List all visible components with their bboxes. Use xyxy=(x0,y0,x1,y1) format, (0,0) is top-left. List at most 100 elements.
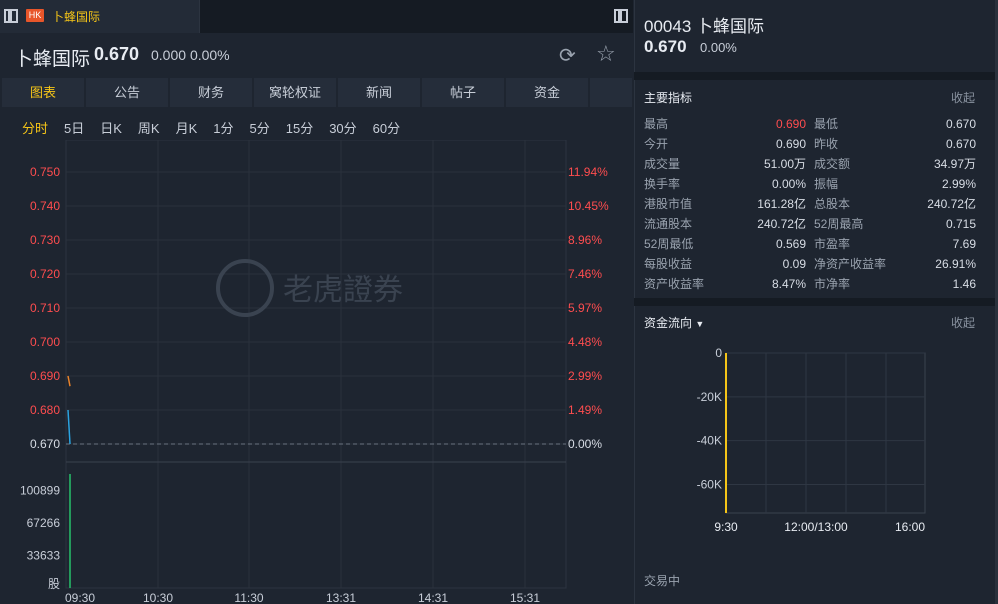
metric-value: 240.72亿 xyxy=(757,217,806,231)
metric-value: 0.09 xyxy=(782,257,806,271)
metric-row: 资产收益率 8.47% 市净率 1.46 xyxy=(644,274,984,294)
capital-flow-dropdown[interactable]: 资金流向 ▼ xyxy=(644,314,704,331)
metric-label: 振幅 xyxy=(814,177,839,191)
metric-value: 1.46 xyxy=(952,277,976,291)
y-right-tick-label: 11.94% xyxy=(568,165,608,179)
y-tick-label: 0.740 xyxy=(30,199,60,213)
metric-label: 最低 xyxy=(814,117,839,131)
flow-y-tick-label: -40K xyxy=(697,434,722,448)
volume-tick-label: 股 xyxy=(48,577,60,591)
metric-label: 港股市值 xyxy=(644,197,693,211)
tab-4[interactable]: 窝轮权证 xyxy=(254,78,336,107)
metric-row: 成交量 51.00万 成交额 34.97万 xyxy=(644,154,984,174)
metric-value: 0.690 xyxy=(775,117,806,131)
metric-value: 240.72亿 xyxy=(927,197,976,211)
metric-value: 0.00% xyxy=(771,177,806,191)
y-tick-label: 0.690 xyxy=(30,369,60,383)
sidebar-toggle-icon[interactable] xyxy=(4,9,18,23)
flow-x-tick-label: 9:30 xyxy=(714,520,738,534)
panel-toggle-icon[interactable] xyxy=(614,9,628,23)
y-right-tick-label: 7.46% xyxy=(568,267,602,281)
metrics-collapse-button[interactable]: 收起 xyxy=(951,89,975,106)
x-tick-label: 10:30 xyxy=(143,591,173,604)
refresh-icon[interactable]: ⟳ xyxy=(559,43,576,68)
metric-label: 成交量 xyxy=(644,157,681,171)
metric-value: 2.99% xyxy=(941,177,976,191)
y-right-tick-label: 5.97% xyxy=(568,301,602,315)
period-9[interactable]: 30分 xyxy=(329,118,356,137)
volume-tick-label: 100899 xyxy=(20,484,60,498)
metric-value: 26.91% xyxy=(935,257,976,271)
intraday-chart[interactable]: 0.750 0.740 0.730 0.720 0.710 0.700 0.690 0.680… xyxy=(0,140,633,604)
metric-label: 市净率 xyxy=(814,277,851,291)
y-tick-label: 0.720 xyxy=(30,267,60,281)
metric-row: 港股市值 161.28亿 总股本 240.72亿 xyxy=(644,194,984,214)
flow-y-tick-label: 0 xyxy=(715,346,722,360)
y-right-tick-label: 8.96% xyxy=(568,233,602,247)
flow-y-tick-label: -20K xyxy=(697,390,722,404)
metric-label: 市盈率 xyxy=(814,237,851,251)
metric-label: 每股收益 xyxy=(644,257,693,271)
metric-value: 34.97万 xyxy=(933,157,976,171)
metric-value: 161.28亿 xyxy=(757,197,806,211)
period-1[interactable]: 分时 xyxy=(22,118,48,137)
x-tick-label: 11:30 xyxy=(234,591,263,604)
metric-value: 0.569 xyxy=(775,237,806,251)
metric-label: 52周最高 xyxy=(814,217,864,231)
x-tick-label: 15:31 xyxy=(510,591,540,604)
metric-row: 52周最低 0.569 市盈率 7.69 xyxy=(644,234,984,254)
tab-5[interactable]: 新闻 xyxy=(338,78,420,107)
x-tick-label: 13:31 xyxy=(326,591,356,604)
tab-6[interactable]: 帖子 xyxy=(422,78,504,107)
period-8[interactable]: 15分 xyxy=(286,118,313,137)
period-2[interactable]: 5日 xyxy=(64,118,84,137)
metric-label: 总股本 xyxy=(814,197,851,211)
flow-x-tick-label: 12:00/13:00 xyxy=(784,520,848,534)
metrics-table: 最高 0.690 最低 0.670 今开 0.690 昨收 0.670 成交量 51.00万 成交额… xyxy=(644,114,984,294)
tab-name: 卜蜂国际 xyxy=(52,10,101,24)
metric-label: 净资产收益率 xyxy=(814,257,887,271)
section-tabs: 图表 公告 财务 窝轮权证 新闻 帖子 资金 xyxy=(0,78,633,107)
period-3[interactable]: 日K xyxy=(100,118,122,137)
hk-badge: HK xyxy=(26,9,44,22)
y-right-tick-label: 2.99% xyxy=(568,369,602,383)
metric-label: 资产收益率 xyxy=(644,277,705,291)
divider xyxy=(634,72,998,80)
metric-value: 51.00万 xyxy=(763,157,806,171)
period-4[interactable]: 周K xyxy=(138,118,160,137)
period-10[interactable]: 60分 xyxy=(373,118,400,137)
plot-frame xyxy=(65,140,567,589)
y-tick-label: 0.670 xyxy=(30,437,60,451)
y-tick-label: 0.730 xyxy=(30,233,60,247)
tab-8[interactable] xyxy=(590,78,632,107)
metric-label: 最高 xyxy=(644,117,669,131)
watermark-text: 老虎證券 xyxy=(283,274,403,307)
metric-label: 今开 xyxy=(644,137,669,151)
stock-code-name: 00043 卜蜂国际 xyxy=(644,17,765,36)
tab-3[interactable]: 财务 xyxy=(170,78,252,107)
metric-value: 0.670 xyxy=(945,117,976,131)
metric-row: 每股收益 0.09 净资产收益率 26.91% xyxy=(644,254,984,274)
metric-row: 最高 0.690 最低 0.670 xyxy=(644,114,984,134)
trading-status: 交易中 xyxy=(644,574,681,588)
period-6[interactable]: 1分 xyxy=(213,118,233,137)
period-5[interactable]: 月K xyxy=(176,118,198,137)
page-title: 卜蜂国际 xyxy=(14,49,91,70)
flow-y-tick-label: -60K xyxy=(697,478,722,492)
flow-collapse-button[interactable]: 收起 xyxy=(951,314,975,331)
y-right-tick-label: 10.45% xyxy=(568,199,609,213)
panel-price: 0.670 xyxy=(644,37,687,56)
metric-value: 0.670 xyxy=(945,137,976,151)
metric-row: 换手率 0.00% 振幅 2.99% xyxy=(644,174,984,194)
tab-2[interactable]: 公告 xyxy=(86,78,168,107)
tab-7[interactable]: 资金 xyxy=(506,78,588,107)
period-7[interactable]: 5分 xyxy=(250,118,270,137)
star-icon[interactable]: ☆ xyxy=(596,41,616,67)
current-price: 0.670 xyxy=(94,44,140,64)
stock-tab[interactable]: HK 卜蜂国际 xyxy=(0,0,200,33)
tab-1[interactable]: 图表 xyxy=(2,78,84,107)
y-right-tick-label: 0.00% xyxy=(568,437,602,451)
y-right-tick-label: 4.48% xyxy=(568,335,602,349)
metric-label: 流通股本 xyxy=(644,217,693,231)
period-selector: 分时 5日 日K 周K 月K 1分 5分 15分 30分 60分 xyxy=(22,118,416,137)
